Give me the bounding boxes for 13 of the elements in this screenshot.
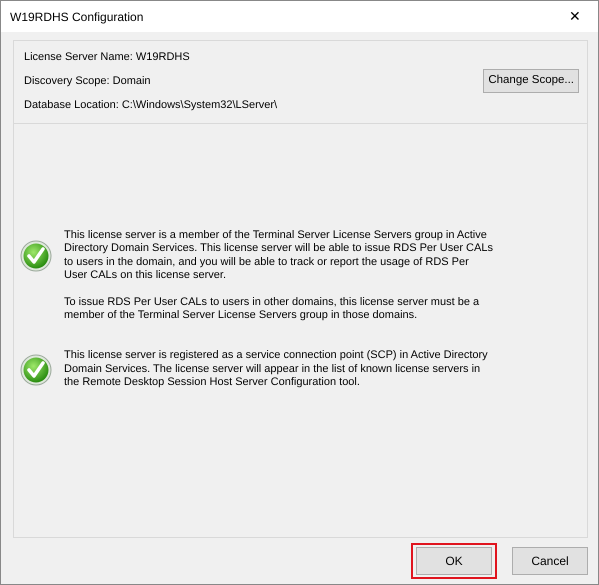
change-scope-button[interactable]: Change Scope...	[483, 69, 579, 93]
message-text: To issue RDS Per User CALs to users in other domains, this license server must be a member of the Terminal Server License Servers group in those domains.	[64, 296, 480, 322]
check-icon	[20, 240, 52, 272]
message-text: This license server is a member of the Terminal Server License Servers group in Active Directory Domain Services. This license server will be able to issue RDS Per User CALs to users in the domain, and you will be able to track or report the usage of RDS Per User CALs on this license server.	[64, 229, 493, 283]
check-icon	[20, 354, 52, 386]
info-label: Database Location: C:\Windows\System32\LServer\	[24, 98, 278, 113]
cancel-button[interactable]: Cancel	[512, 547, 588, 575]
info-label: License Server Name: W19RDHS	[24, 50, 190, 65]
ok-button[interactable]: OK	[416, 547, 492, 575]
message-text: This license server is registered as a service connection point (SCP) in Active Directory Domain Services. The license server will appear in the list of known license servers in the Remote Desktop Session Host Server Configuration tool.	[64, 349, 488, 390]
window-title: W19RDHS Configuration	[10, 8, 144, 26]
close-button[interactable]: ✕	[552, 1, 598, 32]
info-label: Discovery Scope: Domain	[24, 74, 151, 89]
